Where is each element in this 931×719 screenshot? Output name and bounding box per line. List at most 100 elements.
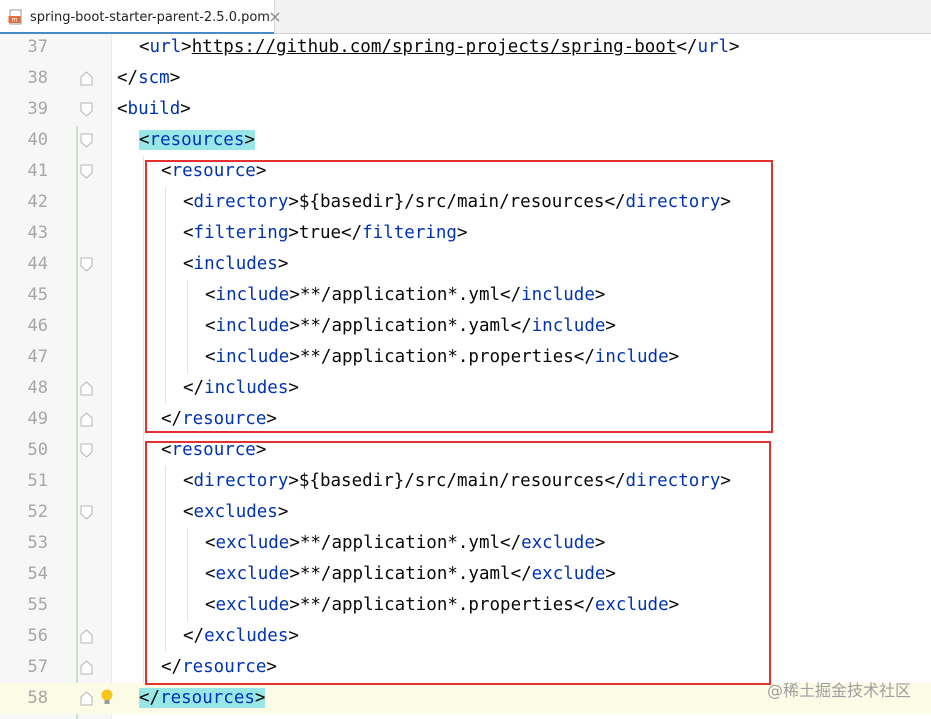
gutter-cell: 49 (0, 404, 112, 435)
code-token: < (117, 99, 128, 119)
code-line[interactable]: 38 </scm> (0, 63, 931, 94)
maven-pom-icon: m (8, 9, 24, 25)
editor-tab-bar: m spring-boot-starter-parent-2.5.0.pom (0, 0, 931, 35)
indent-guide (143, 311, 144, 342)
indent-guide (143, 497, 144, 528)
code-token: </ (117, 68, 139, 88)
xml-tag-name: url (149, 37, 182, 57)
gutter-cell: 42 (0, 187, 112, 218)
gutter-cell: 45 (0, 280, 112, 311)
indent-guide (143, 280, 144, 311)
gutter-cell: 56 (0, 621, 112, 652)
xml-tag-name: scm (138, 68, 170, 88)
line-number: 45 (27, 285, 48, 305)
svg-text:m: m (12, 17, 18, 24)
gutter-cell: 38 (0, 63, 112, 94)
gutter-cell: 50 (0, 435, 112, 466)
fold-start-icon[interactable] (80, 133, 93, 148)
line-number: 43 (27, 223, 48, 243)
line-number: 47 (27, 347, 48, 367)
gutter-cell: 55 (0, 590, 112, 621)
code-text: <resources> (139, 125, 255, 156)
xml-tag-name: build (127, 99, 181, 119)
code-text: <build> (117, 94, 191, 125)
fold-start-icon[interactable] (80, 164, 93, 179)
code-line[interactable]: 39 <build> (0, 94, 931, 125)
gutter-cell: 54 (0, 559, 112, 590)
code-line[interactable]: 37 <url>https://github.com/spring-project… (0, 32, 931, 63)
gutter-cell: 53 (0, 528, 112, 559)
xml-tag-name: url (697, 37, 730, 57)
indent-guide (143, 590, 144, 621)
fold-start-icon[interactable] (80, 443, 93, 458)
gutter-cell: 41 (0, 156, 112, 187)
url-link[interactable]: https://github.com/spring-projects/sprin… (192, 37, 677, 57)
file-tab-title: spring-boot-starter-parent-2.5.0.pom (30, 9, 270, 25)
indent-guide (143, 249, 144, 280)
line-number: 39 (27, 99, 48, 119)
indent-guide (143, 404, 144, 435)
indent-guide (143, 466, 144, 497)
fold-start-icon[interactable] (80, 505, 93, 520)
fold-end-icon[interactable] (80, 412, 93, 427)
indent-guide (143, 373, 144, 404)
gutter-cell: 51 (0, 466, 112, 497)
indent-guide (143, 528, 144, 559)
indent-guide (143, 342, 144, 373)
indent-guide (143, 218, 144, 249)
gutter-cell: 46 (0, 311, 112, 342)
code-line[interactable]: 40 <resources> (0, 125, 931, 156)
fold-end-icon[interactable] (80, 629, 93, 644)
indent-guide (143, 435, 144, 466)
close-icon[interactable] (270, 10, 280, 24)
gutter-cell: 48 (0, 373, 112, 404)
lightbulb-icon[interactable] (100, 688, 114, 708)
fold-end-icon[interactable] (80, 71, 93, 86)
indent-guide (143, 652, 144, 683)
fold-start-icon[interactable] (80, 102, 93, 117)
code-text: </scm> (117, 63, 180, 94)
line-number: 44 (27, 254, 48, 274)
watermark: @稀土掘金技术社区 (766, 681, 911, 700)
code-token: > (729, 37, 740, 57)
xml-tag-highlighted: <resources> (139, 130, 255, 150)
line-number: 40 (27, 130, 48, 150)
indent-guide (143, 187, 144, 218)
fold-start-icon[interactable] (80, 257, 93, 272)
gutter-cell: 43 (0, 218, 112, 249)
fold-end-icon[interactable] (80, 660, 93, 675)
annotation-box-includes (145, 160, 773, 433)
line-number: 52 (27, 502, 48, 522)
file-tab[interactable]: m spring-boot-starter-parent-2.5.0.pom (0, 0, 280, 35)
gutter-cell: 40 (0, 125, 112, 156)
line-number: 48 (27, 378, 48, 398)
annotation-box-excludes (145, 441, 771, 685)
code-token: </ (676, 37, 698, 57)
gutter-cell: 52 (0, 497, 112, 528)
code-token: < (139, 37, 150, 57)
gutter-cell: 58 (0, 683, 114, 714)
line-number: 54 (27, 564, 48, 584)
gutter-cell: 47 (0, 342, 112, 373)
line-number: 46 (27, 316, 48, 336)
fold-end-icon[interactable] (80, 381, 93, 396)
line-number: 57 (27, 657, 48, 677)
gutter-cell: 44 (0, 249, 112, 280)
gutter-cell: 39 (0, 94, 112, 125)
line-number: 56 (27, 626, 48, 646)
line-number: 42 (27, 192, 48, 212)
line-number: 37 (27, 37, 48, 57)
line-number: 51 (27, 471, 48, 491)
line-number: 53 (27, 533, 48, 553)
indent-guide (143, 559, 144, 590)
code-text: </resources> (139, 683, 266, 714)
line-number: 58 (27, 688, 48, 708)
code-text: <url>https://github.com/spring-projects/… (139, 32, 740, 63)
code-token: > (180, 99, 191, 119)
xml-tag-highlighted: </resources> (139, 688, 266, 708)
indent-guide (143, 621, 144, 652)
gutter-cell: 57 (0, 652, 112, 683)
fold-end-icon[interactable] (80, 691, 93, 706)
code-token: > (169, 68, 181, 88)
indent-guide (143, 156, 144, 187)
